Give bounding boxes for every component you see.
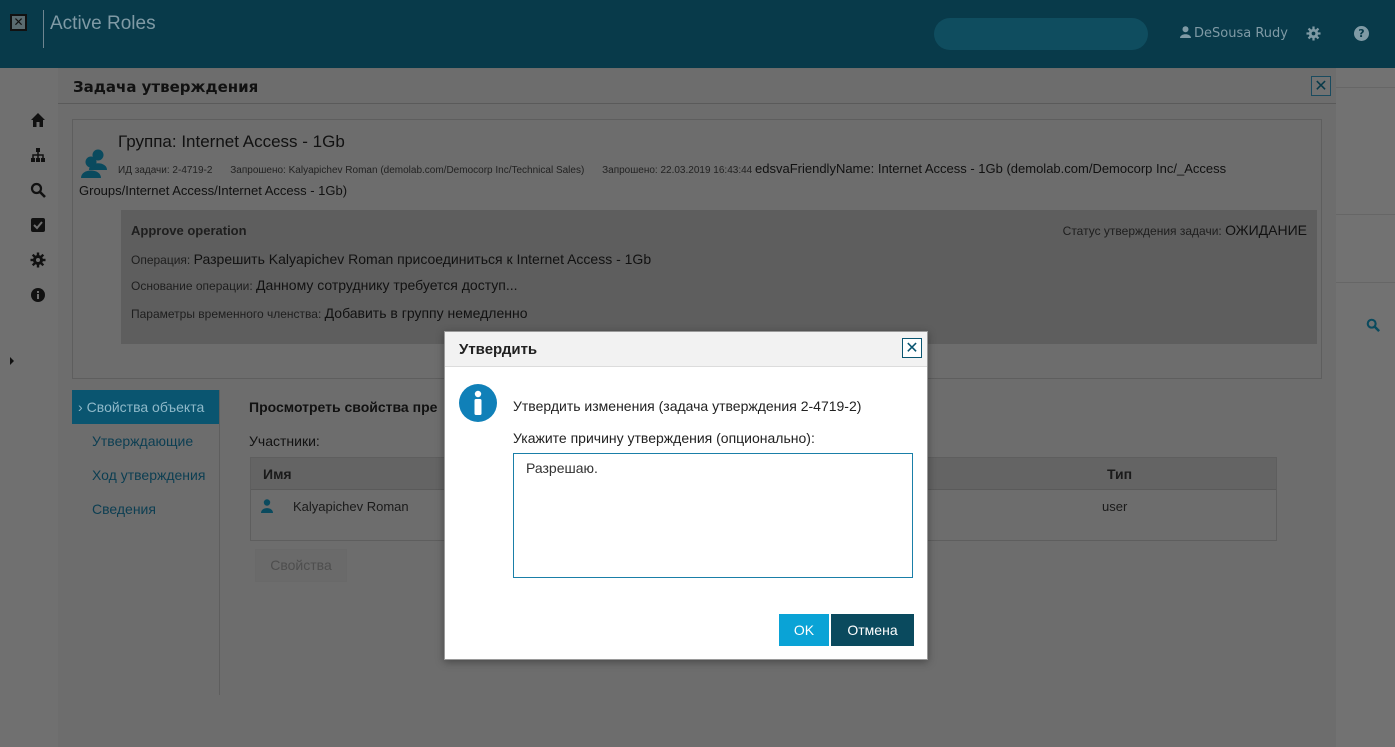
dialog-title: Задача утверждения — [73, 78, 259, 96]
member-type: user — [1102, 499, 1128, 514]
settings-gear-icon[interactable] — [1306, 26, 1321, 41]
temp-membership-label: Параметры временного членства: — [131, 307, 322, 321]
user-name: DeSousa Rudy — [1194, 26, 1288, 41]
background-search-icon[interactable] — [1366, 318, 1380, 332]
modal-title: Утвердить — [459, 341, 538, 358]
background-page-strip — [1336, 68, 1395, 747]
bg-divider — [1336, 87, 1395, 88]
app-title: Active Roles — [50, 13, 156, 34]
tab-label: Свойства объекта — [86, 399, 205, 415]
tab-approval-progress[interactable]: Ход утверждения — [72, 458, 219, 492]
friendly-name: edsvaFriendlyName: Internet Access - 1Gb… — [755, 161, 1227, 176]
modal-close-button[interactable]: ✕ — [902, 338, 922, 358]
cancel-button[interactable]: Отмена — [831, 614, 914, 646]
status-label: Статус утверждения задачи: — [1062, 224, 1222, 238]
approval-reason-input[interactable] — [513, 453, 913, 578]
app-logo-icon[interactable]: ✕ — [10, 14, 27, 31]
requested-by: Kalyapichev Roman (demolab.com/Democorp … — [288, 165, 585, 176]
tab-details[interactable]: Сведения — [72, 492, 219, 526]
bg-divider — [1336, 282, 1395, 283]
tab-object-properties[interactable]: › Свойства объекта — [72, 390, 219, 424]
friendly-name-continued: Groups/Internet Access/Internet Access -… — [79, 183, 348, 198]
user-icon — [261, 499, 273, 513]
approval-check-icon[interactable] — [30, 217, 46, 233]
group-icon — [81, 149, 107, 178]
user-menu[interactable]: DeSousa Rudy — [1180, 26, 1288, 41]
operation-box: Approve operation Статус утверждения зад… — [121, 210, 1317, 344]
info-circle-icon — [459, 384, 497, 422]
home-icon[interactable] — [30, 112, 46, 128]
top-app-bar: ✕ Active Roles DeSousa Rudy ? — [0, 0, 1395, 68]
reason-prompt: Укажите причину утверждения (опционально… — [513, 430, 815, 446]
task-id-label: ИД задачи: — [118, 165, 170, 176]
operation-reason-row: Основание операции: Данному сотруднику т… — [131, 277, 518, 293]
bg-divider — [1336, 214, 1395, 215]
group-title: Группа: Internet Access - 1Gb — [118, 132, 345, 151]
temp-membership-value: Добавить в группу немедленно — [324, 305, 528, 321]
help-icon[interactable]: ? — [1354, 26, 1369, 41]
operation-reason-label: Основание операции: — [131, 279, 253, 293]
org-tree-icon[interactable] — [30, 147, 46, 163]
info-icon[interactable] — [30, 287, 46, 303]
column-header-type[interactable]: Тип — [1107, 466, 1132, 482]
status-badge: ОЖИДАНИЕ — [1225, 222, 1307, 238]
dialog-header: Задача утверждения ✕ — [58, 69, 1336, 104]
search-icon[interactable] — [30, 182, 46, 198]
member-name: Kalyapichev Roman — [293, 499, 409, 514]
requested-at: 22.03.2019 16:43:44 — [660, 165, 753, 176]
settings-icon[interactable] — [30, 252, 46, 268]
object-tabs: › Свойства объекта Утверждающие Ход утвер… — [72, 390, 220, 695]
requested-by-label: Запрошено: — [230, 165, 286, 176]
content-title: Просмотреть свойства пре — [249, 399, 438, 415]
global-search-input[interactable] — [934, 18, 1148, 50]
temp-membership-row: Параметры временного членства: Добавить … — [131, 305, 528, 321]
expand-arrow-icon[interactable] — [10, 357, 14, 365]
chevron-right-icon: › — [78, 399, 83, 415]
modal-header: Утвердить ✕ — [445, 332, 927, 367]
operation-value: Разрешить Kalyapichev Roman присоединить… — [193, 251, 652, 267]
tab-approvers[interactable]: Утверждающие — [72, 424, 219, 458]
logo-divider — [43, 10, 44, 48]
properties-button[interactable]: Свойства — [255, 549, 347, 582]
user-icon — [1180, 26, 1191, 38]
operation-label: Операция: — [131, 253, 191, 267]
operation-reason-value: Данному сотруднику требуется доступ... — [256, 277, 518, 293]
operation-title: Approve operation — [131, 223, 247, 238]
approval-status: Статус утверждения задачи: ОЖИДАНИЕ — [1063, 222, 1307, 238]
members-label: Участники: — [249, 433, 320, 449]
ok-button[interactable]: OK — [779, 614, 829, 646]
left-nav-rail — [0, 68, 58, 747]
requested-at-label: Запрошено: — [602, 165, 658, 176]
task-meta-line: ИД задачи: 2-4719-2 Запрошено: Kalyapich… — [118, 161, 1226, 176]
dialog-close-button[interactable]: ✕ — [1311, 76, 1331, 96]
column-header-name[interactable]: Имя — [263, 466, 292, 482]
task-id: 2-4719-2 — [172, 165, 213, 176]
approve-message: Утвердить изменения (задача утверждения … — [513, 398, 862, 414]
approve-modal: Утвердить ✕ Утвердить изменения (задача … — [444, 331, 928, 660]
operation-row: Операция: Разрешить Kalyapichev Roman пр… — [131, 251, 651, 267]
